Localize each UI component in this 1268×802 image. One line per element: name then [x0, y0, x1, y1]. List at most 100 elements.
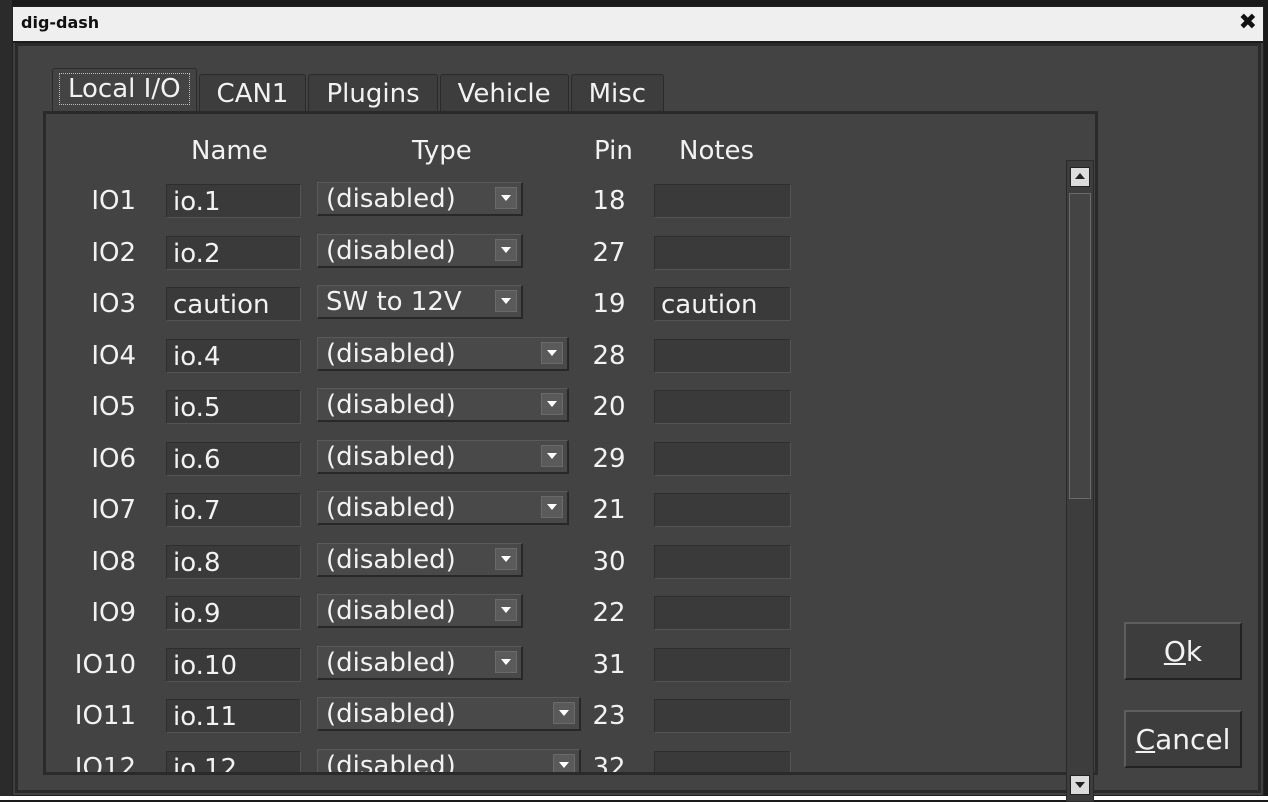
chevron-down-icon[interactable] [495, 547, 517, 570]
chevron-down-icon[interactable] [541, 496, 563, 518]
type-value: (disabled) [326, 596, 456, 626]
chevron-down-icon[interactable] [495, 599, 517, 621]
type-select[interactable]: (disabled) [317, 182, 523, 216]
chevron-down-icon[interactable] [495, 238, 517, 261]
type-value: (disabled) [326, 441, 456, 472]
notes-field[interactable] [654, 390, 791, 424]
name-field[interactable]: io.8 [166, 544, 301, 579]
io-label: IO10 [74, 649, 136, 680]
name-field[interactable]: io.1 [166, 184, 301, 218]
notes-field[interactable] [654, 235, 791, 270]
notes-field[interactable]: caution [654, 287, 791, 321]
pin-value: 28 [592, 340, 626, 371]
name-field[interactable]: io.2 [166, 235, 301, 270]
io-label: IO12 [74, 752, 136, 775]
type-value: (disabled) [326, 390, 456, 420]
name-field[interactable]: caution [166, 287, 301, 321]
pin-value: 18 [592, 186, 626, 216]
name-field[interactable]: io.4 [166, 338, 301, 373]
io-label: IO6 [91, 443, 136, 474]
io-label: IO5 [91, 392, 136, 422]
type-select[interactable]: SW to 12V [317, 285, 523, 319]
vertical-scrollbar[interactable] [1066, 160, 1094, 802]
scrollbar-thumb[interactable] [1069, 193, 1091, 499]
io-table-panel: Name Type Pin Notes IO1 io.1 (disabled) 18 I… [43, 111, 1098, 775]
type-value: SW to 12V [326, 287, 462, 317]
notes-field[interactable] [654, 184, 791, 218]
window-title: dig-dash [21, 13, 100, 32]
table-row: IO5 io.5 (disabled) 20 [46, 386, 1046, 426]
cancel-button[interactable]: Cancel [1124, 710, 1242, 768]
desktop-edge [0, 0, 12, 800]
type-select[interactable]: (disabled) [317, 388, 569, 422]
name-field[interactable]: io.7 [166, 493, 301, 527]
tab-can1[interactable]: CAN1 [198, 74, 307, 112]
table-row: IO4 io.4 (disabled) 28 [46, 335, 1046, 375]
type-value: (disabled) [326, 184, 456, 214]
name-field[interactable]: io.11 [166, 699, 301, 733]
notes-field[interactable] [654, 493, 791, 527]
type-select[interactable]: (disabled) [317, 439, 569, 474]
column-header-type: Type [412, 136, 472, 166]
type-value: (disabled) [326, 647, 456, 678]
tab-misc[interactable]: Misc [570, 74, 665, 112]
type-select[interactable]: (disabled) [317, 748, 581, 775]
pin-value: 21 [592, 495, 626, 525]
close-icon[interactable]: ✖ [1239, 10, 1257, 36]
name-field[interactable]: io.5 [166, 390, 301, 424]
chevron-down-icon[interactable] [541, 444, 563, 467]
io-label: IO7 [91, 495, 136, 525]
name-field[interactable]: io.6 [166, 441, 301, 476]
notes-field[interactable] [654, 544, 791, 579]
tab-plugins[interactable]: Plugins [308, 74, 438, 112]
table-row: IO1 io.1 (disabled) 18 [46, 180, 1046, 220]
tab-local-io[interactable]: Local I/O [52, 68, 197, 112]
chevron-down-icon[interactable] [495, 187, 517, 209]
type-select[interactable]: (disabled) [317, 233, 523, 268]
pin-value: 31 [592, 649, 626, 680]
ok-button[interactable]: Ok [1124, 622, 1242, 680]
type-select[interactable]: (disabled) [317, 697, 581, 731]
chevron-down-icon[interactable] [495, 650, 517, 673]
dialog-client: Local I/O CAN1 Plugins Vehicle Misc Name… [15, 43, 1261, 802]
notes-field[interactable] [654, 699, 791, 733]
type-value: (disabled) [326, 699, 456, 729]
tab-vehicle[interactable]: Vehicle [439, 74, 569, 112]
type-select[interactable]: (disabled) [317, 645, 523, 680]
name-field[interactable]: io.9 [166, 596, 301, 630]
type-select[interactable]: (disabled) [317, 336, 569, 371]
type-select[interactable]: (disabled) [317, 491, 569, 525]
chevron-down-icon[interactable] [541, 393, 563, 415]
ok-mnemonic: O [1163, 635, 1186, 668]
type-value: (disabled) [326, 750, 456, 775]
io-label: IO3 [91, 289, 136, 319]
notes-field[interactable] [654, 441, 791, 476]
type-value: (disabled) [326, 493, 456, 523]
dialog-window: dig-dash ✖ Local I/O CAN1 Plugins Vehicl… [12, 6, 1264, 802]
notes-field[interactable] [654, 750, 791, 772]
pin-value: 22 [592, 598, 626, 628]
scroll-down-icon[interactable] [1070, 775, 1090, 795]
chevron-down-icon[interactable] [553, 753, 575, 772]
title-bar: dig-dash ✖ [13, 7, 1263, 43]
table-row: IO10 io.10 (disabled) 31 [46, 644, 1046, 684]
column-header-name: Name [191, 136, 268, 166]
chevron-down-icon[interactable] [495, 290, 517, 312]
name-field[interactable]: io.12 [166, 750, 301, 772]
chevron-down-icon[interactable] [553, 702, 575, 724]
chevron-down-icon[interactable] [541, 341, 563, 364]
notes-field[interactable] [654, 338, 791, 373]
type-select[interactable]: (disabled) [317, 594, 523, 628]
type-select[interactable]: (disabled) [317, 542, 523, 577]
tab-bar: Local I/O CAN1 Plugins Vehicle Misc [52, 68, 666, 112]
table-row: IO8 io.8 (disabled) 30 [46, 541, 1046, 581]
io-label: IO2 [91, 237, 136, 268]
type-value: (disabled) [326, 544, 456, 575]
notes-field[interactable] [654, 596, 791, 630]
type-value: (disabled) [326, 338, 456, 369]
notes-field[interactable] [654, 647, 791, 682]
scroll-up-icon[interactable] [1070, 167, 1090, 187]
table-row: IO12 io.12 (disabled) 32 [46, 747, 1046, 775]
table-row: IO2 io.2 (disabled) 27 [46, 232, 1046, 272]
name-field[interactable]: io.10 [166, 647, 301, 682]
